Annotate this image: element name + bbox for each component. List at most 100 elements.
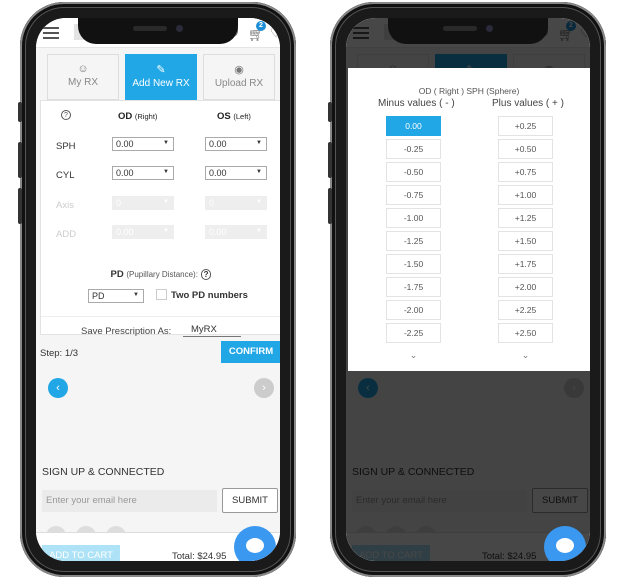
tab-label: Upload RX [214,78,264,89]
os-add-select[interactable]: 0.00 ▼ [205,225,267,239]
row-cyl: CYL 0.00 ▼ 0.00 ▼ [41,166,280,186]
notch [78,18,238,44]
dropdown-arrow-icon: ▼ [133,292,139,298]
tab-label: Add New RX [132,78,190,89]
plus-value-option[interactable]: +1.75 [498,254,553,274]
select-value: 0.00 [116,139,134,149]
plus-value-option[interactable]: +2.25 [498,300,553,320]
plus-value-option[interactable]: +0.25 [498,116,553,136]
pd-help-icon[interactable]: ? [200,269,212,280]
scroll-down-minus-icon[interactable]: ⌄ [386,350,441,361]
minus-value-option[interactable]: -1.50 [386,254,441,274]
divider [41,316,280,317]
select-value: 0.00 [209,168,227,178]
tab-my-rx[interactable]: ☺ My RX [47,54,119,100]
plus-value-option[interactable]: +0.50 [498,139,553,159]
plus-values-title: Plus values ( + ) [492,98,564,109]
dropdown-arrow-icon: ▼ [256,228,262,234]
mute-switch [18,102,22,122]
volume-up-button [328,142,332,178]
volume-up-button [18,142,22,178]
minus-value-option[interactable]: -0.25 [386,139,441,159]
two-pd-checkbox[interactable] [156,289,167,300]
minus-value-option[interactable]: -2.25 [386,323,441,343]
cart-badge: 2 [256,21,266,31]
notch [388,18,548,44]
dropdown-arrow-icon: ▼ [163,199,169,205]
volume-down-button [328,188,332,224]
os-header: OS (Left) [217,111,251,122]
help-icon[interactable]: ? [61,110,71,120]
rx-tabs: ☺ My RX ✎ Add New RX ◉ Upload RX [47,54,277,100]
row-label: CYL [56,170,75,181]
mute-switch [328,102,332,122]
os-sph-select[interactable]: 0.00 ▼ [205,137,267,151]
minus-value-option[interactable]: 0.00 [386,116,441,136]
os-sub: (Left) [233,112,251,121]
phone-frame-left: Li 🛒︎ 2 ♡ ☺ My RX ✎ Add New RX ◉ Upload … [18,2,296,577]
add-to-cart-button[interactable]: ADD TO CART [42,545,120,561]
email-input[interactable]: Enter your email here [42,490,217,512]
plus-value-option[interactable]: +1.00 [498,185,553,205]
select-value: 0 [209,198,215,208]
plus-value-option[interactable]: +1.25 [498,208,553,228]
tab-add-new-rx[interactable]: ✎ Add New RX [125,54,197,100]
row-axis: Axis 0 ▼ 0 ▼ [41,196,280,216]
wishlist-icon[interactable]: ♡ [270,25,280,41]
prev-arrow-icon[interactable]: ‹ [48,378,68,398]
plus-value-option[interactable]: +2.00 [498,277,553,297]
dropdown-arrow-icon: ▼ [163,228,169,234]
plus-value-option[interactable]: +2.50 [498,323,553,343]
select-value: PD [92,291,105,301]
two-pd-label: Two PD numbers [171,290,248,301]
select-value: 0.00 [209,139,227,149]
minus-value-option[interactable]: -1.00 [386,208,441,228]
volume-down-button [18,188,22,224]
chat-icon[interactable] [544,526,586,561]
od-add-select[interactable]: 0.00 ▼ [112,225,174,239]
minus-value-option[interactable]: -1.75 [386,277,441,297]
scroll-down-plus-icon[interactable]: ⌄ [498,350,553,361]
minus-value-option[interactable]: -2.00 [386,300,441,320]
screen: Li 🛒︎ 2 ♡ ☺ ✎ ◉ ‹ › SIGN UP & CONNECTED … [346,18,590,561]
row-sph: SPH 0.00 ▼ 0.00 ▼ [41,137,280,157]
od-header: OD (Right) [118,111,157,122]
dropdown-arrow-icon: ▼ [256,169,262,175]
plus-value-option[interactable]: +1.50 [498,231,553,251]
confirm-button[interactable]: CONFIRM [221,341,280,363]
od-axis-select[interactable]: 0 ▼ [112,196,174,210]
os-label: OS [217,111,231,122]
os-axis-select[interactable]: 0 ▼ [205,196,267,210]
od-sph-select[interactable]: 0.00 ▼ [112,137,174,151]
minus-value-option[interactable]: -0.50 [386,162,441,182]
od-cyl-select[interactable]: 0.00 ▼ [112,166,174,180]
minus-value-option[interactable]: -0.75 [386,185,441,205]
rx-form: ? OD (Right) OS (Left) SPH 0.00 ▼ 0.00 ▼ C… [40,100,280,337]
select-value: 0.00 [116,227,134,237]
sph-picker-modal: OD ( Right ) SPH (Sphere) Minus values (… [348,68,590,371]
edit-icon: ✎ [156,64,166,76]
plus-value-option[interactable]: +0.75 [498,162,553,182]
dropdown-arrow-icon: ▼ [256,140,262,146]
tab-upload-rx[interactable]: ◉ Upload RX [203,54,275,100]
tab-label: My RX [68,77,98,88]
od-sub: (Right) [134,112,158,121]
pd-label: PD [110,269,124,280]
pd-title: PD (Pupillary Distance): ? [41,269,280,280]
dropdown-arrow-icon: ▼ [163,169,169,175]
menu-icon[interactable] [43,27,59,39]
pd-sub: (Pupillary Distance): [126,270,198,279]
step-indicator: Step: 1/3 [40,348,79,359]
prescription-name-input[interactable]: MyRX [183,324,241,337]
user-icon: ☺ [77,63,89,75]
submit-button[interactable]: SUBMIT [222,488,278,513]
minus-values-title: Minus values ( - ) [378,98,455,109]
next-arrow-icon[interactable]: › [254,378,274,398]
minus-value-option[interactable]: -1.25 [386,231,441,251]
chat-icon[interactable] [234,526,276,561]
signup-title: SIGN UP & CONNECTED [42,466,165,478]
row-add: ADD 0.00 ▼ 0.00 ▼ [41,225,280,245]
pd-select[interactable]: PD ▼ [88,289,144,303]
row-label: Axis [56,200,74,211]
os-cyl-select[interactable]: 0.00 ▼ [205,166,267,180]
